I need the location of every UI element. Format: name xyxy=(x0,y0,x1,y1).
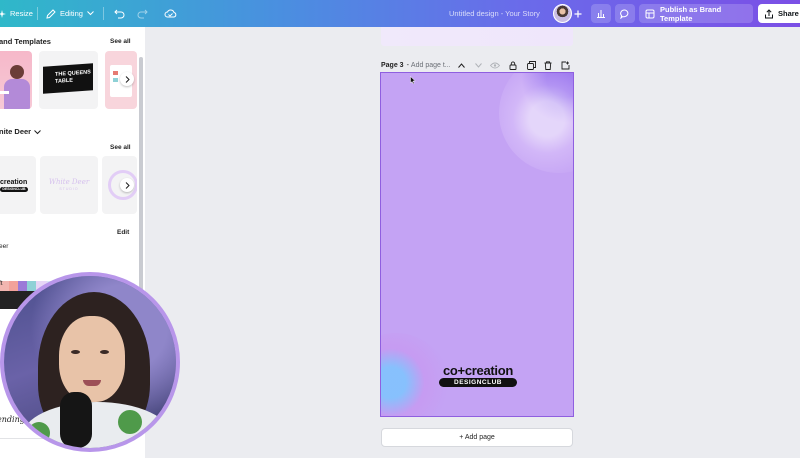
palette-name-2: ft xyxy=(0,280,3,287)
logo-subtext: DESIGNCLUB xyxy=(439,378,517,387)
see-all-templates-link[interactable]: See all xyxy=(110,38,131,45)
scroll-logos-right-button[interactable] xyxy=(120,178,134,192)
move-page-down-button[interactable] xyxy=(473,59,483,71)
logo-card-text: creation xyxy=(0,179,28,186)
trash-icon xyxy=(544,60,552,70)
add-page-icon xyxy=(561,61,569,69)
sparkle-icon xyxy=(0,9,6,18)
palette-name: eer xyxy=(0,243,9,250)
page-header: Page 3 - Add page t... xyxy=(381,59,573,71)
template-thumbnail[interactable]: THE QUEENS TABLE xyxy=(39,51,98,109)
template-thumbnail[interactable] xyxy=(0,51,32,109)
chevron-down-icon xyxy=(87,11,94,16)
bar-chart-icon xyxy=(596,9,606,18)
delete-page-button[interactable] xyxy=(543,59,553,71)
save-status-button[interactable] xyxy=(164,0,177,27)
portrait-image xyxy=(10,65,24,79)
publish-label: Publish as Brand Template xyxy=(660,4,722,23)
microphone xyxy=(60,392,92,448)
toolbar-divider xyxy=(37,7,38,20)
webcam-overlay xyxy=(0,272,180,452)
add-page-after-button[interactable] xyxy=(560,59,570,71)
page-label-separator: - xyxy=(406,61,409,69)
undo-icon xyxy=(114,9,125,19)
eye-icon xyxy=(490,62,500,68)
editing-mode-dropdown[interactable]: Editing xyxy=(46,0,94,27)
lock-icon xyxy=(509,61,517,70)
share-label: Share xyxy=(778,9,799,18)
edit-colors-link[interactable]: Edit xyxy=(117,229,129,236)
editing-label: Editing xyxy=(60,9,83,18)
logo-card-sub: STUDIO xyxy=(59,187,79,191)
brand-kit-selector[interactable]: nite Deer xyxy=(0,122,41,140)
logo-card-bar: DESIGNCLUB xyxy=(0,187,28,192)
undo-button[interactable] xyxy=(114,0,125,27)
redo-icon xyxy=(137,9,148,19)
design-page-3[interactable]: co+creation DESIGNCLUB xyxy=(380,72,574,417)
portrait-body xyxy=(4,79,30,109)
share-upload-icon xyxy=(764,8,774,19)
cloud-saved-icon xyxy=(164,9,177,18)
template-icon xyxy=(645,9,655,19)
scroll-templates-right-button[interactable] xyxy=(120,72,134,86)
chevron-right-icon xyxy=(125,176,130,194)
template-card-text: THE QUEENS TABLE xyxy=(43,63,93,94)
insights-button[interactable] xyxy=(591,4,611,23)
page-number-label: Page 3 xyxy=(381,61,404,69)
share-button[interactable]: Share xyxy=(758,4,800,23)
user-avatar[interactable] xyxy=(553,4,572,23)
presenter-face xyxy=(59,316,125,402)
move-page-up-button[interactable] xyxy=(456,59,466,71)
chevron-right-icon xyxy=(125,70,130,88)
comments-button[interactable] xyxy=(615,4,635,23)
brand-templates-heading: and Templates xyxy=(0,37,51,46)
comment-icon xyxy=(620,9,630,19)
cocreation-logo[interactable]: co+creation DESIGNCLUB xyxy=(438,364,518,387)
document-title[interactable]: Untitled design - Your Story xyxy=(449,0,540,27)
add-page-button[interactable]: + Add page xyxy=(381,428,573,447)
logo-wordmark: co+creation xyxy=(442,363,514,378)
logo-thumbnail[interactable]: White Deer STUDIO xyxy=(40,156,98,214)
chevron-up-icon xyxy=(457,62,465,68)
logo-card-script: White Deer xyxy=(48,178,90,186)
invite-button[interactable] xyxy=(574,0,582,27)
top-toolbar: Resize Editing Untitled design - Your St… xyxy=(0,0,800,27)
pencil-icon xyxy=(46,8,56,19)
lock-page-button[interactable] xyxy=(508,59,518,71)
publish-brand-template-button[interactable]: Publish as Brand Template xyxy=(639,4,753,23)
previous-page-preview[interactable] xyxy=(381,27,573,46)
plus-icon xyxy=(574,10,582,18)
duplicate-page-button[interactable] xyxy=(526,59,536,71)
logo-thumbnail[interactable]: creation DESIGNCLUB xyxy=(0,156,36,214)
redo-button[interactable] xyxy=(137,0,148,27)
hide-page-button[interactable] xyxy=(490,59,500,71)
see-all-logos-link[interactable]: See all xyxy=(110,144,131,151)
page-title-input[interactable]: Add page t... xyxy=(411,62,451,69)
brand-kit-name: nite Deer xyxy=(0,126,32,136)
resize-label: Resize xyxy=(10,9,33,18)
chevron-down-icon xyxy=(474,62,482,68)
toolbar-divider xyxy=(103,7,104,20)
mouse-cursor-icon xyxy=(410,76,416,84)
resize-button[interactable]: Resize xyxy=(0,0,33,27)
gradient-blob xyxy=(499,73,573,173)
chevron-down-icon xyxy=(34,122,41,140)
duplicate-icon xyxy=(526,60,536,70)
